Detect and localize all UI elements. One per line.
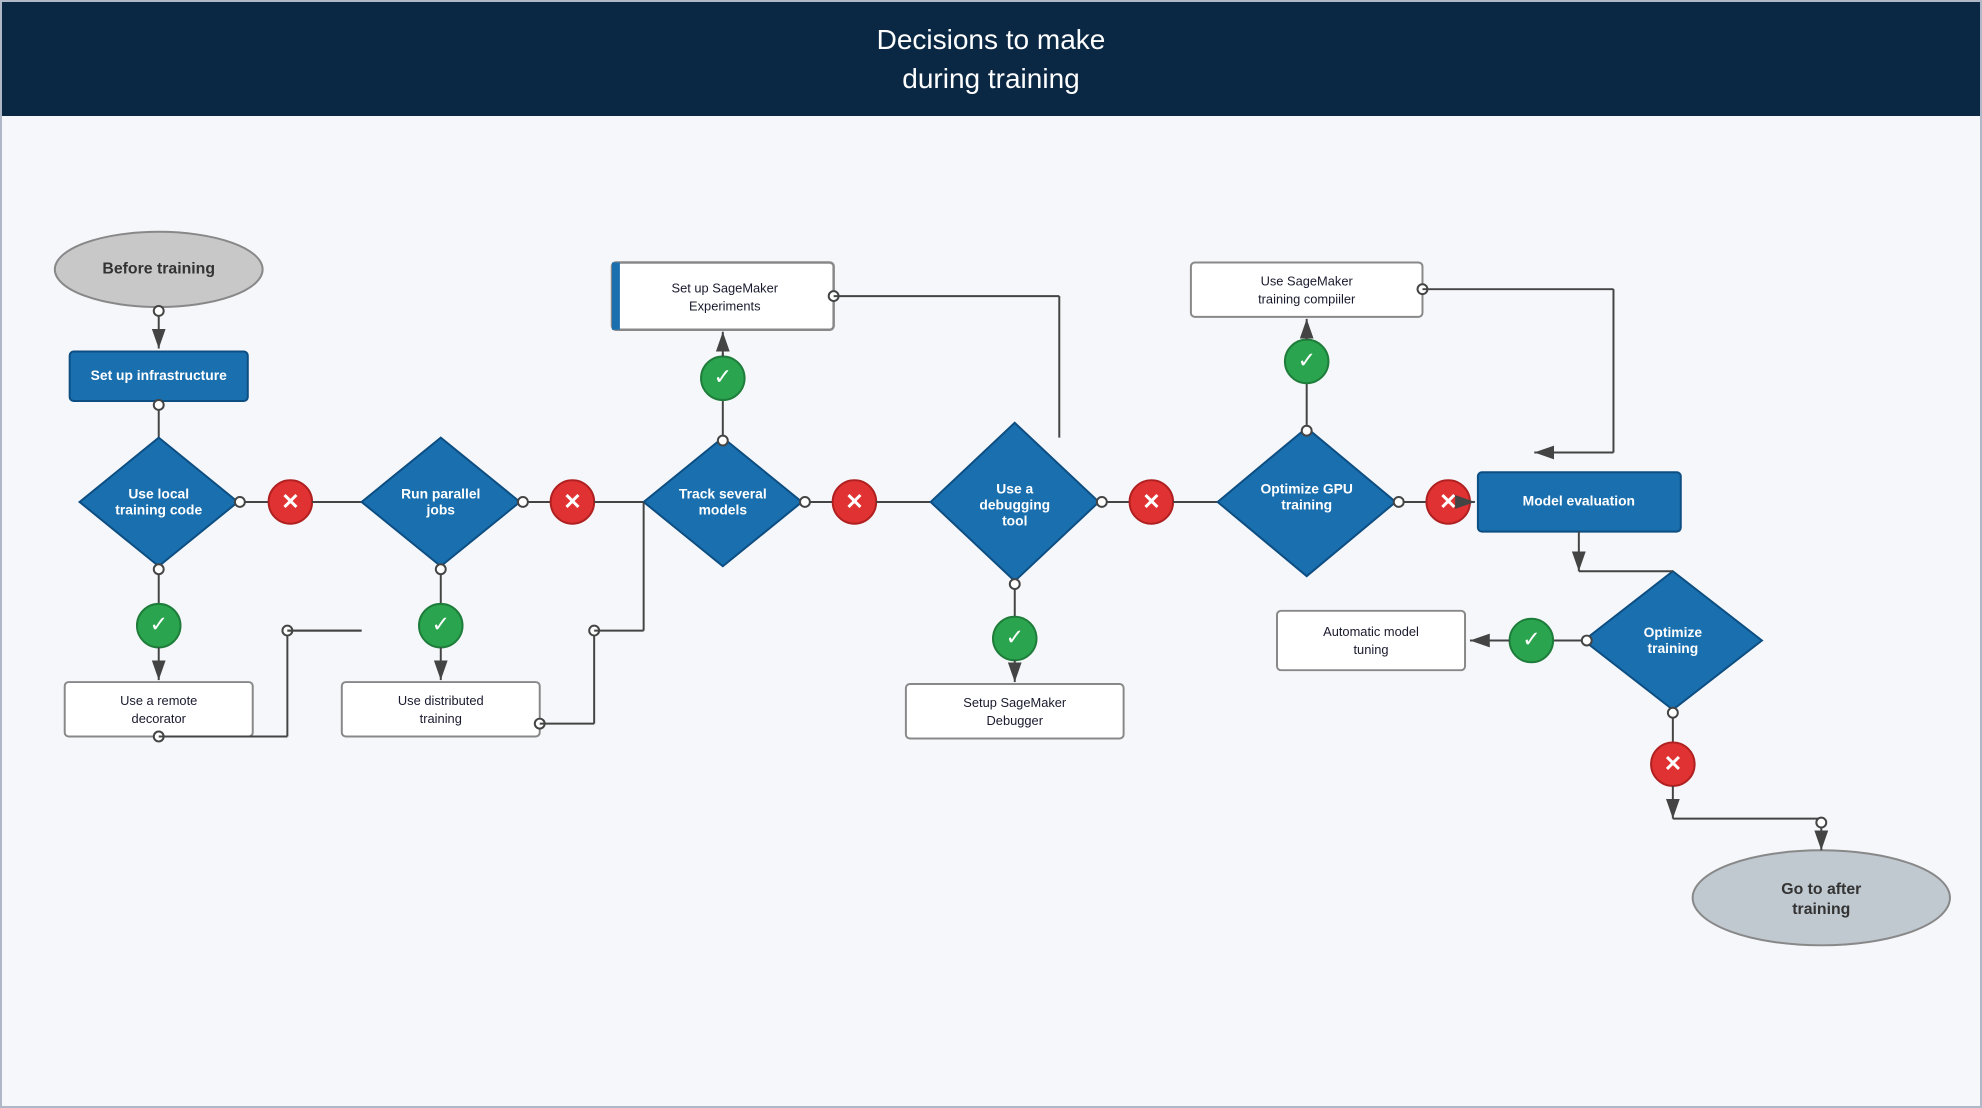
diamond-local-label-1: Use local bbox=[128, 486, 189, 502]
before-training-label: Before training bbox=[102, 261, 215, 278]
connector-12 bbox=[1010, 580, 1020, 590]
model-evaluation-label: Model evaluation bbox=[1523, 493, 1635, 509]
diamond-track-label-1: Track several bbox=[679, 486, 767, 502]
diamond-gpu-label-1: Optimize GPU bbox=[1261, 481, 1353, 497]
go-after-label-2: training bbox=[1792, 901, 1850, 918]
header-title: Decisions to makeduring training bbox=[877, 24, 1106, 94]
connector-9 bbox=[718, 436, 728, 446]
connector-3 bbox=[154, 565, 164, 575]
sagemaker-compiler-box[interactable] bbox=[1191, 263, 1423, 317]
check-icon-d5: ✓ bbox=[1298, 348, 1316, 373]
connector-2 bbox=[154, 400, 164, 410]
x-icon-d2: ✕ bbox=[563, 489, 581, 514]
remote-decorator-label-2: decorator bbox=[132, 711, 187, 726]
diamond-parallel-label-1: Run parallel bbox=[401, 486, 480, 502]
remote-decorator-box[interactable] bbox=[65, 682, 253, 736]
connector-16 bbox=[1394, 497, 1404, 507]
go-after-label-1: Go to after bbox=[1781, 881, 1861, 898]
compiler-label-1: Use SageMaker bbox=[1261, 274, 1354, 289]
x-icon-d6: ✕ bbox=[1664, 752, 1682, 777]
check-icon-d3: ✓ bbox=[714, 365, 732, 390]
distributed-label-2: training bbox=[420, 711, 462, 726]
diamond-gpu-label-2: training bbox=[1281, 497, 1332, 513]
set-up-infra-label: Set up infrastructure bbox=[91, 367, 227, 383]
diamond-opt-train-label-1: Optimize bbox=[1644, 625, 1703, 641]
auto-tuning-label-1: Automatic model bbox=[1323, 624, 1419, 639]
connector-11 bbox=[800, 497, 810, 507]
diamond-debug-label-1: Use a bbox=[996, 481, 1033, 497]
auto-tuning-label-2: tuning bbox=[1353, 642, 1388, 657]
connector-14 bbox=[1302, 426, 1312, 436]
page-wrapper: Decisions to makeduring training Before … bbox=[0, 0, 1982, 1108]
connector-18 bbox=[1668, 708, 1678, 718]
connector-6 bbox=[436, 565, 446, 575]
sagemaker-experiments-label-2: Experiments bbox=[689, 299, 760, 314]
compiler-label-2: training compiiler bbox=[1258, 292, 1356, 307]
diagram-area: Before training Set up infrastructure Us… bbox=[2, 116, 1980, 1106]
diamond-debug-label-3: tool bbox=[1002, 513, 1027, 529]
x-icon-d1: ✕ bbox=[281, 489, 299, 514]
debugger-label-2: Debugger bbox=[987, 713, 1044, 728]
remote-decorator-label-1: Use a remote bbox=[120, 694, 197, 709]
distributed-training-box[interactable] bbox=[342, 682, 540, 736]
x-icon-d3: ✕ bbox=[845, 489, 863, 514]
debugger-label-1: Setup SageMaker bbox=[963, 696, 1067, 711]
check-icon-d1: ✓ bbox=[150, 612, 168, 637]
connector-5 bbox=[235, 497, 245, 507]
page-header: Decisions to makeduring training bbox=[2, 2, 1980, 116]
check-icon-d4: ✓ bbox=[1006, 625, 1024, 650]
auto-tuning-box[interactable] bbox=[1277, 611, 1465, 670]
connector-8 bbox=[518, 497, 528, 507]
debugger-box[interactable] bbox=[906, 684, 1124, 738]
check-icon-d6: ✓ bbox=[1522, 627, 1540, 652]
distributed-label-1: Use distributed bbox=[398, 694, 484, 709]
check-icon-d2: ✓ bbox=[432, 612, 450, 637]
connector-19 bbox=[1816, 818, 1826, 828]
diamond-parallel-label-2: jobs bbox=[426, 502, 456, 518]
connector-13 bbox=[1097, 497, 1107, 507]
connector-1 bbox=[154, 306, 164, 316]
sagemaker-experiments-border bbox=[612, 263, 620, 330]
x-icon-d4: ✕ bbox=[1142, 489, 1160, 514]
connector-17 bbox=[1582, 636, 1592, 646]
diamond-opt-train-label-2: training bbox=[1647, 640, 1698, 656]
diamond-debug-label-2: debugging bbox=[979, 497, 1050, 513]
x-icon-d5: ✕ bbox=[1439, 489, 1457, 514]
sagemaker-experiments-label-1: Set up SageMaker bbox=[672, 281, 779, 296]
sagemaker-experiments-box[interactable] bbox=[612, 263, 834, 330]
diamond-local-label-2: training code bbox=[115, 502, 202, 518]
diamond-track-label-2: models bbox=[699, 502, 748, 518]
